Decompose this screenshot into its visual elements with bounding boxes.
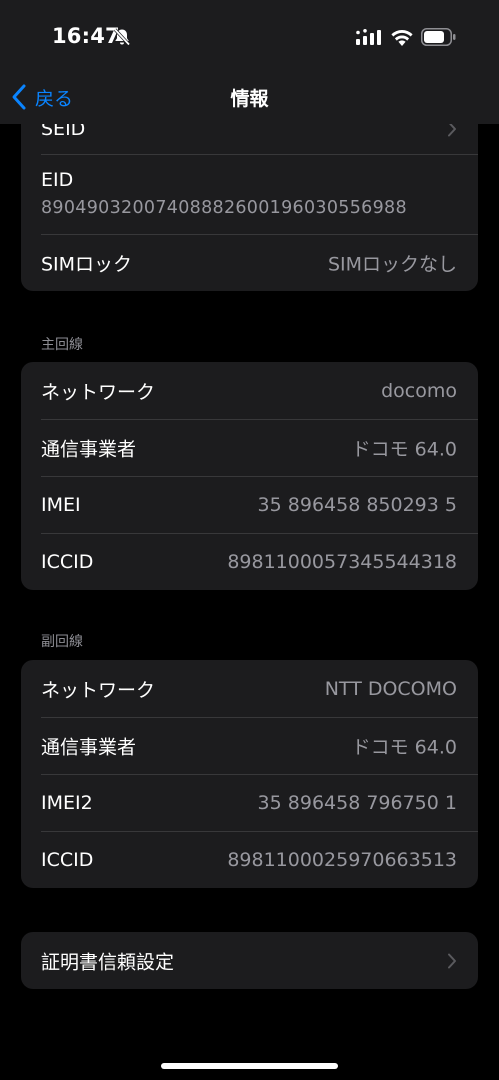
bell-slash-icon	[113, 28, 131, 46]
network-value: docomo	[381, 379, 457, 402]
imei-label: IMEI2	[41, 791, 93, 814]
network-label: ネットワーク	[41, 381, 156, 403]
eid-row: EID 89049032007408882600196030556988	[21, 154, 478, 234]
home-indicator[interactable]	[161, 1063, 338, 1069]
carrier-value: ドコモ 64.0	[351, 438, 457, 460]
secondary-imei-row: IMEI2 35 896458 796750 1	[21, 774, 478, 831]
section-header-primary: 主回線	[41, 337, 83, 353]
simlock-label: SIMロック	[41, 253, 133, 275]
secondary-network-row: ネットワーク NTT DOCOMO	[21, 660, 478, 717]
iccid-label: ICCID	[41, 848, 94, 871]
imei-label: IMEI	[41, 493, 81, 516]
status-bar: 16:47	[0, 0, 499, 72]
imei-value: 35 896458 850293 5	[257, 493, 457, 516]
wifi-icon	[391, 29, 413, 46]
status-time: 16:47	[52, 24, 120, 48]
battery-icon	[421, 28, 456, 46]
secondary-iccid-row: ICCID 8981100025970663513	[21, 831, 478, 888]
imei-value: 35 896458 796750 1	[257, 791, 457, 814]
carrier-label: 通信事業者	[41, 736, 137, 758]
iccid-value: 8981100025970663513	[227, 848, 457, 871]
network-value: NTT DOCOMO	[324, 677, 457, 700]
simlock-row: SIMロック SIMロックなし	[21, 234, 478, 291]
secondary-line-card: ネットワーク NTT DOCOMO 通信事業者 ドコモ 64.0 IMEI2 3…	[21, 660, 478, 888]
primary-carrier-row: 通信事業者 ドコモ 64.0	[21, 419, 478, 476]
cellular-signal-icon	[356, 29, 381, 45]
simlock-value: SIMロックなし	[327, 253, 457, 275]
eid-label: EID	[41, 169, 74, 191]
iccid-value: 8981100057345544318	[227, 550, 457, 573]
certificate-trust-card: 証明書信頼設定	[21, 932, 478, 989]
secondary-carrier-row: 通信事業者 ドコモ 64.0	[21, 717, 478, 774]
navigation-bar: 戻る 情報	[0, 72, 499, 124]
primary-iccid-row: ICCID 8981100057345544318	[21, 533, 478, 590]
certificate-trust-label: 証明書信頼設定	[41, 951, 175, 973]
primary-network-row: ネットワーク docomo	[21, 362, 478, 419]
carrier-value: ドコモ 64.0	[351, 736, 457, 758]
carrier-label: 通信事業者	[41, 438, 137, 460]
iccid-label: ICCID	[41, 550, 94, 573]
page-title: 情報	[230, 88, 269, 110]
network-label: ネットワーク	[41, 679, 156, 701]
chevron-right-icon	[448, 953, 456, 968]
primary-imei-row: IMEI 35 896458 850293 5	[21, 476, 478, 533]
section-header-secondary: 副回線	[41, 634, 83, 650]
eid-value: 89049032007408882600196030556988	[41, 198, 407, 218]
primary-line-card: ネットワーク docomo 通信事業者 ドコモ 64.0 IMEI 35 896…	[21, 362, 478, 590]
certificate-trust-row[interactable]: 証明書信頼設定	[21, 932, 478, 989]
